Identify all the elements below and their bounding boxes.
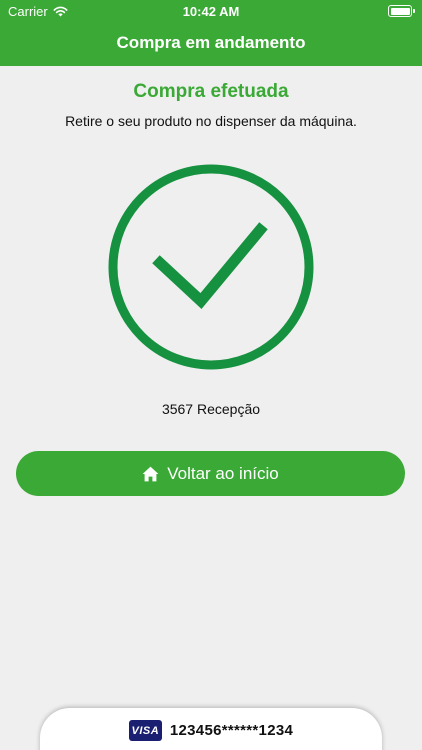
back-button-label: Voltar ao início: [167, 463, 279, 483]
home-icon: [142, 466, 159, 481]
payment-card-row: VISA 123456******1234: [40, 720, 382, 741]
purchase-status-title: Compra efetuada: [133, 81, 289, 102]
checkmark-stroke: [152, 222, 268, 309]
product-label: 3567 Recepção: [161, 401, 261, 417]
app-header: Carrier 10:42 AM Compra em andamento: [0, 0, 422, 66]
status-bar: Carrier 10:42 AM: [0, 0, 422, 24]
back-to-home-button[interactable]: Voltar ao início: [16, 451, 405, 496]
checkmark-circle-icon: [108, 164, 314, 370]
battery-level: [390, 7, 410, 15]
status-time: 10:42 AM: [182, 4, 240, 19]
success-ring: [108, 164, 314, 370]
masked-card-number: 123456******1234: [169, 722, 294, 739]
purchase-screen: Carrier 10:42 AM Compra em andamento Com…: [0, 0, 422, 750]
purchase-instruction: Retire o seu produto no dispenser da máq…: [65, 113, 357, 129]
battery-icon: [388, 5, 415, 17]
visa-logo-icon: VISA: [128, 720, 162, 741]
nav-title: Compra em andamento: [116, 33, 306, 52]
payment-card-panel: VISA 123456******1234: [40, 708, 382, 750]
